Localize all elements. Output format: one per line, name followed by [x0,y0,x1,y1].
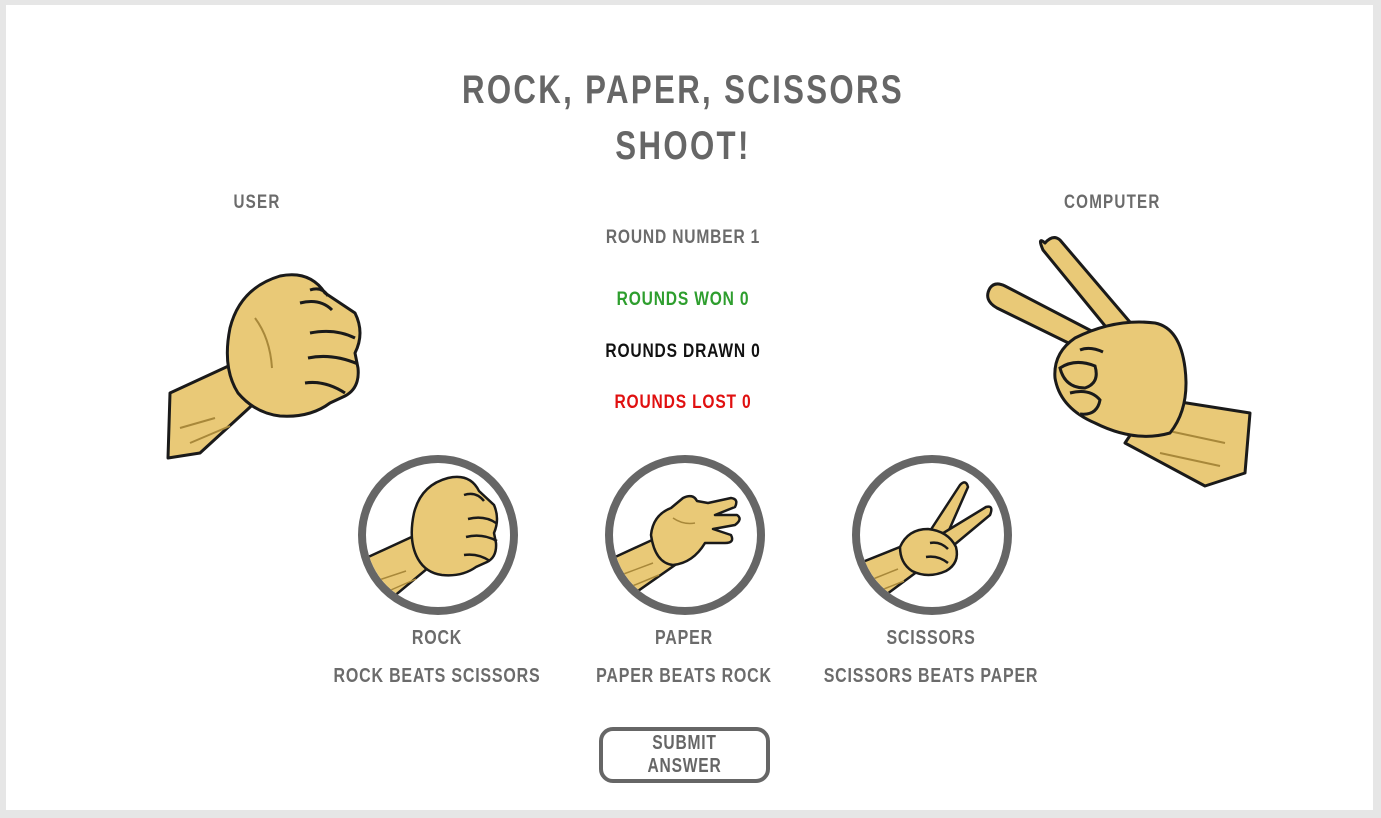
rounds-drawn: ROUNDS DRAWN 0 [605,341,761,362]
paper-choice-button[interactable] [605,455,765,615]
title-line-2: SHOOT! [615,124,751,168]
rounds-won: ROUNDS WON 0 [616,289,750,310]
round-number: ROUND NUMBER 1 [605,227,761,248]
paper-label: PAPER [655,627,713,649]
rock-hand-icon [366,475,499,607]
user-label: USER [233,192,281,213]
title-line-1: ROCK, PAPER, SCISSORS [461,68,905,112]
scissors-label: SCISSORS [886,627,976,649]
computer-label: COMPUTER [1064,192,1161,213]
scissors-rule: SCISSORS BEATS PAPER [823,665,1039,687]
rock-choice-button[interactable] [358,455,518,615]
rounds-lost: ROUNDS LOST 0 [614,392,752,413]
user-rock-hand-icon [166,273,362,460]
rock-label: ROCK [411,627,463,649]
page-title: ROCK, PAPER, SCISSORS SHOOT! [449,62,917,174]
submit-answer-label: SUBMIT ANSWER [647,732,722,777]
submit-answer-button[interactable]: SUBMIT ANSWER [599,727,770,783]
paper-hand-icon [613,494,741,605]
scissors-hand-icon [860,481,993,607]
scissors-choice-button[interactable] [852,455,1012,615]
paper-rule: PAPER BEATS ROCK [596,665,772,687]
computer-scissors-hand-icon [986,236,1252,488]
rock-rule: ROCK BEATS SCISSORS [333,665,541,687]
